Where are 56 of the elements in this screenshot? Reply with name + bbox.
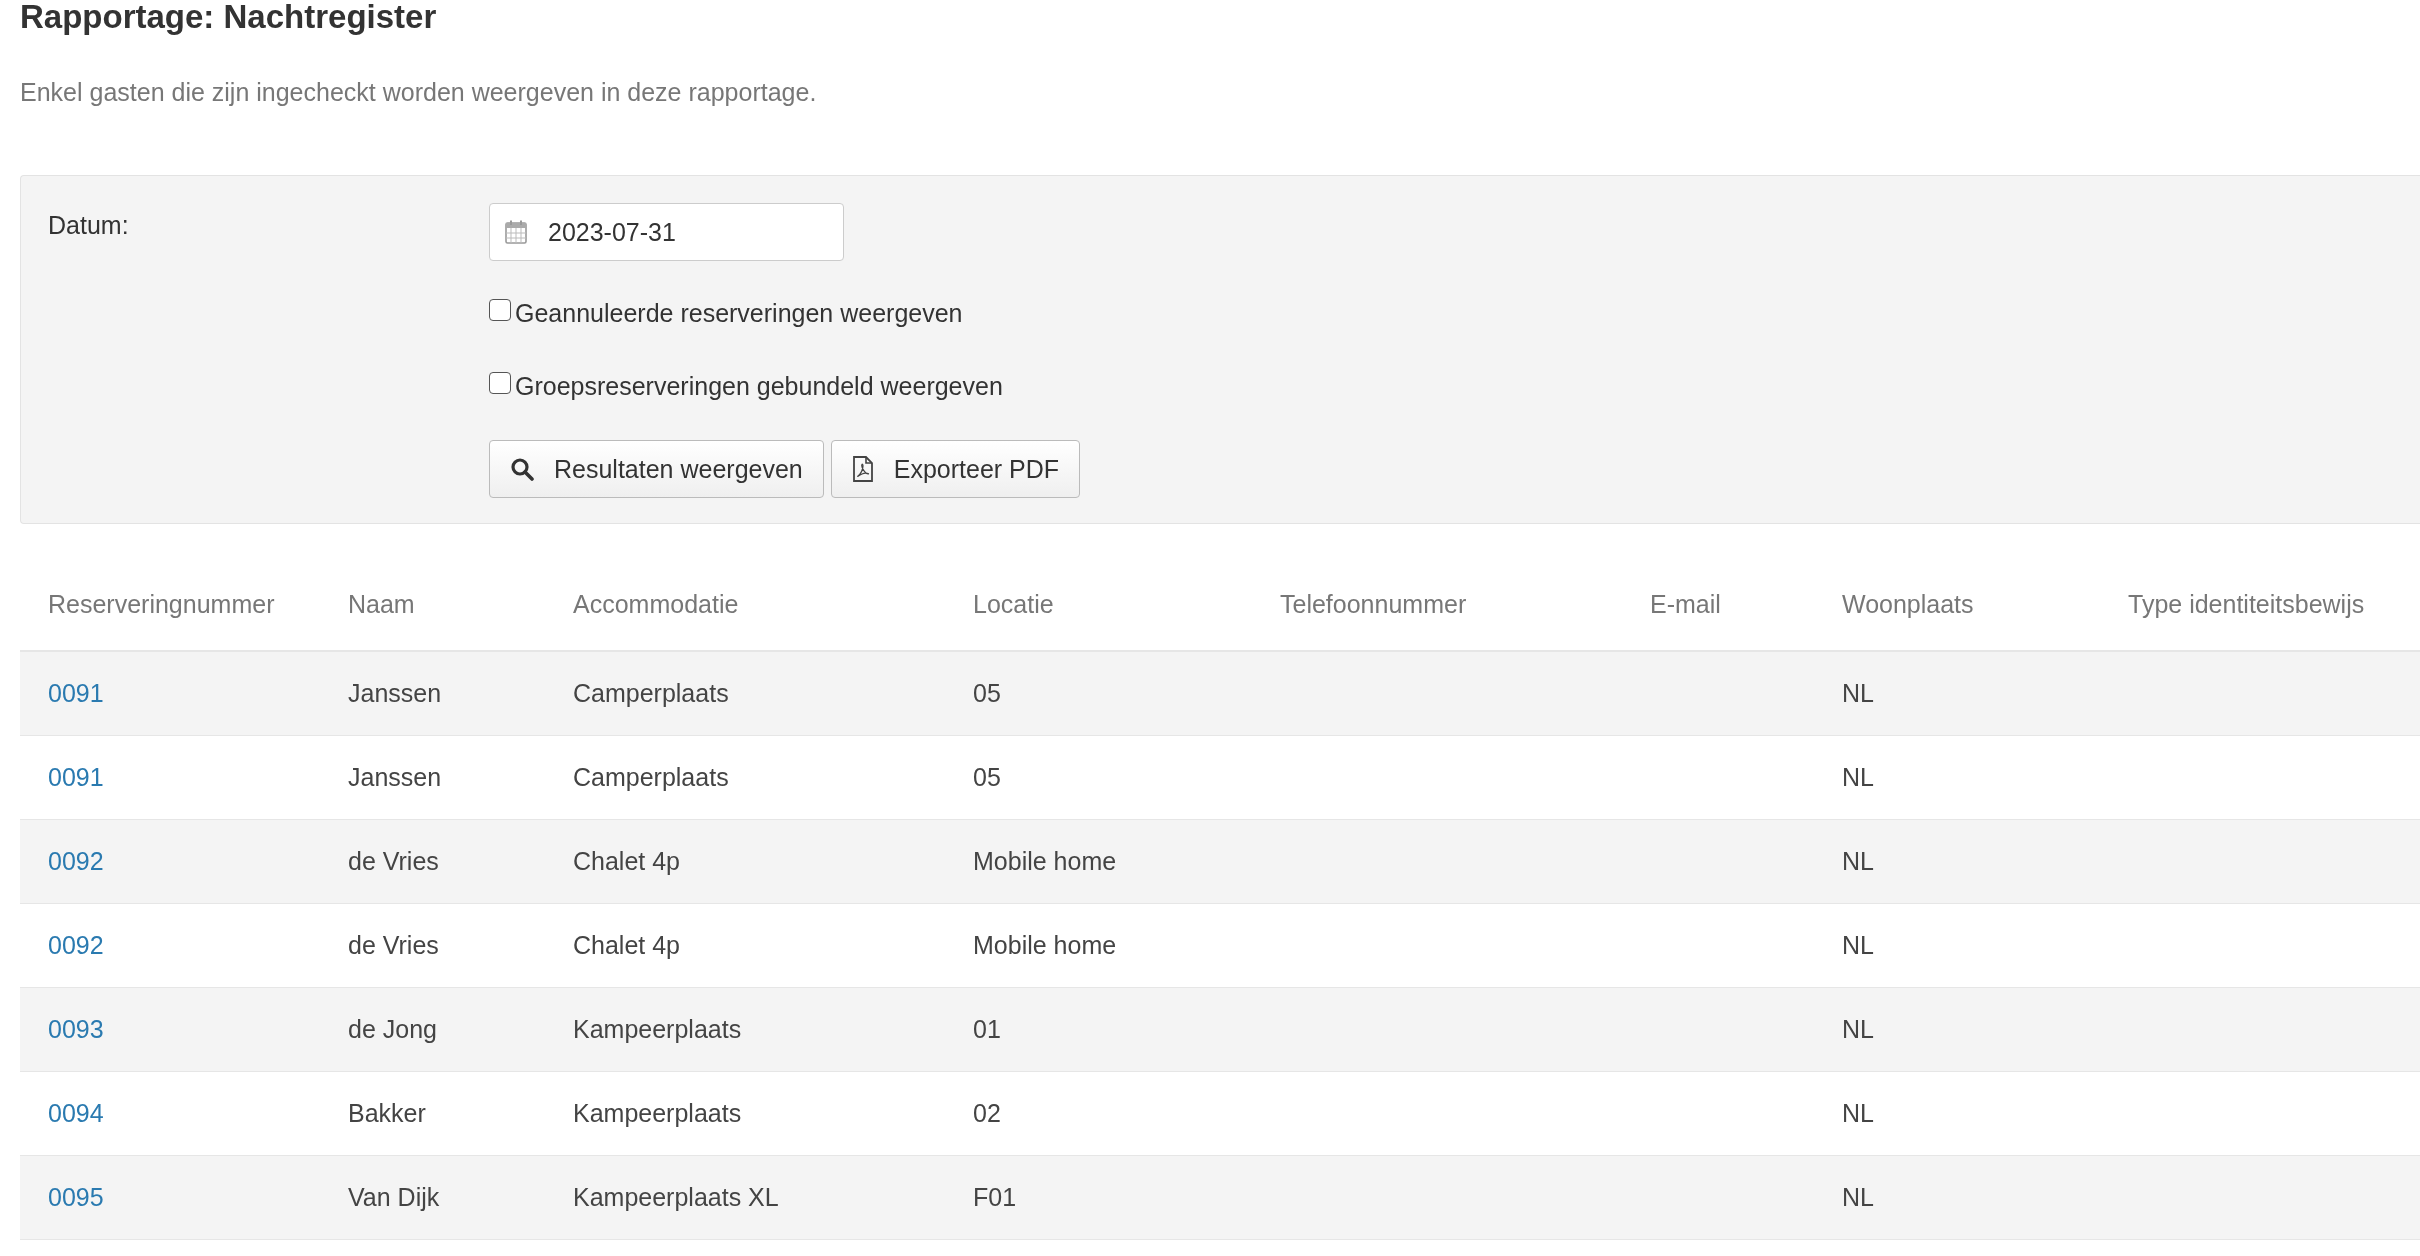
search-icon: [510, 457, 534, 481]
table-cell: Kampeerplaats XL: [573, 1183, 779, 1211]
table-cell: Bakker: [348, 1099, 426, 1127]
reservation-link[interactable]: 0093: [48, 1015, 104, 1043]
column-header: E-mail: [1650, 590, 1721, 618]
page-description: Enkel gasten die zijn ingecheckt worden weergeven in deze rapportage.: [20, 77, 817, 108]
reservation-link[interactable]: 0091: [48, 679, 104, 707]
column-header: Type identiteitsbewijs: [2128, 590, 2365, 618]
reservation-link[interactable]: 0091: [48, 763, 104, 791]
table-cell: NL: [1842, 847, 1874, 875]
search-button[interactable]: Resultaten weergeven: [489, 440, 824, 498]
pdf-file-icon: [851, 456, 874, 482]
table-cell: F01: [973, 1183, 1017, 1211]
table-cell: Janssen: [348, 763, 442, 791]
table-cell: NL: [1842, 679, 1874, 707]
table-cell: 01: [973, 1015, 1001, 1043]
calendar-icon: [505, 220, 527, 244]
checkbox[interactable]: [489, 299, 511, 321]
table-cell: Chalet 4p: [573, 847, 681, 875]
table-cell: Chalet 4p: [573, 931, 681, 959]
table-cell: Mobile home: [973, 931, 1117, 959]
reservation-link[interactable]: 0095: [48, 1183, 104, 1211]
table-cell: NL: [1842, 931, 1874, 959]
checkbox[interactable]: [489, 372, 511, 394]
table-cell: 05: [973, 763, 1001, 791]
reservation-link[interactable]: 0092: [48, 931, 104, 959]
table-cell: Camperplaats: [573, 679, 729, 707]
table-cell: Kampeerplaats: [573, 1015, 742, 1043]
reservation-link[interactable]: 0092: [48, 847, 104, 875]
table-cell: de Vries: [348, 931, 439, 959]
date-field[interactable]: 2023-07-31: [489, 203, 844, 261]
table-cell: NL: [1842, 1099, 1874, 1127]
table-cell: 02: [973, 1099, 1001, 1127]
table-cell: NL: [1842, 763, 1874, 791]
table-cell: NL: [1842, 1015, 1874, 1043]
table-cell: Janssen: [348, 679, 442, 707]
column-header: Woonplaats: [1842, 590, 1974, 618]
column-header: Reserveringnummer: [48, 590, 275, 618]
table-cell: 05: [973, 679, 1001, 707]
export-pdf-button[interactable]: Exporteer PDF: [830, 440, 1081, 498]
column-header: Naam: [348, 590, 415, 618]
date-label: Datum:: [48, 210, 129, 240]
checkbox-label[interactable]: Groepsreserveringen gebundeld weergeven: [515, 371, 1003, 401]
table-cell: de Jong: [348, 1015, 437, 1043]
table-cell: Van Dijk: [348, 1183, 440, 1211]
reservation-link[interactable]: 0094: [48, 1099, 104, 1127]
table-cell: Kampeerplaats: [573, 1099, 742, 1127]
table-cell: de Vries: [348, 847, 439, 875]
table-cell: Mobile home: [973, 847, 1117, 875]
column-header: Locatie: [973, 590, 1054, 618]
page-title: Rapportage: Nachtregister: [20, 0, 437, 34]
checkbox-label[interactable]: Geannuleerde reserveringen weergeven: [515, 298, 963, 328]
column-header: Telefoonnummer: [1280, 590, 1467, 618]
table-cell: Camperplaats: [573, 763, 729, 791]
column-header: Accommodatie: [573, 590, 739, 618]
table-cell: NL: [1842, 1183, 1874, 1211]
